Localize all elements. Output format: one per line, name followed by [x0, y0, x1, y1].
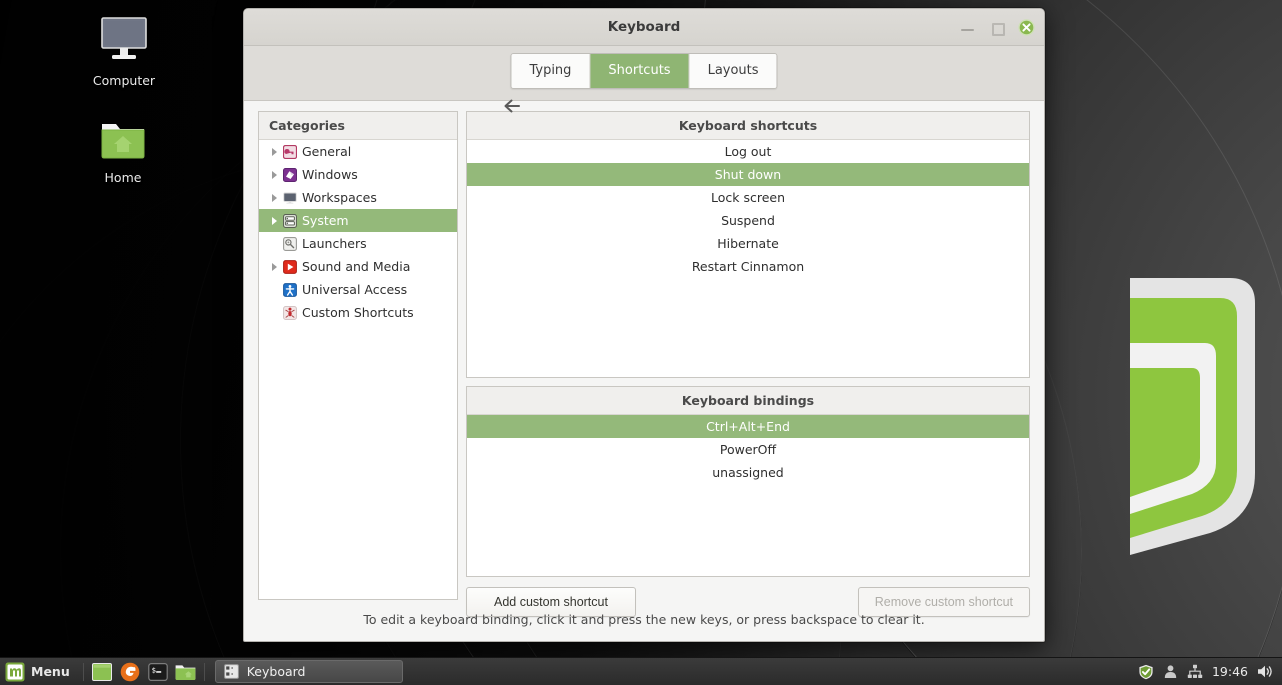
mint-menu-icon	[5, 662, 25, 681]
taskbar-separator	[82, 662, 84, 681]
system-tray: 19:46	[1138, 664, 1282, 680]
tab-layouts[interactable]: Layouts	[689, 54, 777, 88]
sidebar-item-label: Windows	[302, 167, 358, 182]
sidebar-item-label: Launchers	[302, 236, 367, 251]
maximize-icon[interactable]	[989, 20, 1005, 36]
update-shield-icon[interactable]	[1138, 664, 1154, 680]
sidebar-item-general[interactable]: General	[259, 140, 457, 163]
sidebar-item-launchers[interactable]: Launchers	[259, 232, 457, 255]
hint-text: To edit a keyboard binding, click it and…	[363, 612, 925, 627]
volume-icon[interactable]	[1257, 664, 1274, 679]
keyboard-bindings-list[interactable]: Ctrl+Alt+End PowerOff unassigned	[467, 415, 1029, 576]
custom-shortcuts-icon	[281, 305, 298, 320]
binding-row[interactable]: Ctrl+Alt+End	[467, 415, 1029, 438]
sidebar-item-sound-and-media[interactable]: Sound and Media	[259, 255, 457, 278]
categories-panel: Categories General Windows Workspaces Sy…	[258, 111, 458, 600]
general-icon	[281, 144, 298, 159]
desktop-icon-label: Computer	[92, 73, 156, 88]
desktop-icon-label: Home	[104, 170, 142, 185]
back-arrow-icon[interactable]	[500, 94, 524, 118]
clock[interactable]: 19:46	[1212, 664, 1248, 679]
universal-access-icon	[281, 282, 298, 297]
desktop-icon-computer[interactable]: Computer	[69, 14, 179, 88]
keyboard-settings-window[interactable]: Keyboard Typing Shortcuts Layouts Catego…	[243, 8, 1045, 642]
show-desktop-icon[interactable]	[91, 661, 113, 683]
desktop-icon-home[interactable]: Home	[68, 115, 178, 185]
window-controls	[960, 9, 1035, 45]
files-icon[interactable]	[175, 661, 197, 683]
chevron-right-icon[interactable]	[267, 170, 281, 179]
svg-text:$: $	[151, 665, 155, 674]
sidebar-item-label: Custom Shortcuts	[302, 305, 414, 320]
binding-row[interactable]: PowerOff	[467, 438, 1029, 461]
tab-bar: Typing Shortcuts Layouts	[244, 46, 1044, 113]
sidebar-item-system[interactable]: System	[259, 209, 457, 232]
windows-icon	[281, 167, 298, 182]
taskbar-window-button-label: Keyboard	[246, 664, 306, 679]
binding-row[interactable]: unassigned	[467, 461, 1029, 484]
shortcut-row[interactable]: Log out	[467, 140, 1029, 163]
chevron-right-icon[interactable]	[267, 147, 281, 156]
sidebar-item-label: General	[302, 144, 352, 159]
tab-shortcuts[interactable]: Shortcuts	[590, 54, 690, 88]
taskbar: Menu $ Keyboard 19:46	[0, 657, 1282, 685]
firefox-icon[interactable]	[119, 661, 141, 683]
keyboard-prefs-icon	[223, 664, 239, 679]
shortcut-row[interactable]: Lock screen	[467, 186, 1029, 209]
shortcut-row[interactable]: Restart Cinnamon	[467, 255, 1029, 278]
tab-typing[interactable]: Typing	[511, 54, 591, 88]
mint-logo-icon	[1130, 278, 1255, 555]
shortcut-row[interactable]: Suspend	[467, 209, 1029, 232]
sidebar-item-custom-shortcuts[interactable]: Custom Shortcuts	[259, 301, 457, 324]
launchers-icon	[281, 236, 298, 251]
minimize-icon[interactable]	[960, 20, 975, 35]
keyboard-bindings-panel: Keyboard bindings Ctrl+Alt+End PowerOff …	[466, 386, 1030, 577]
sidebar-item-windows[interactable]: Windows	[259, 163, 457, 186]
keyboard-shortcuts-panel: Keyboard shortcuts Log out Shut down Loc…	[466, 111, 1030, 378]
tab-group: Typing Shortcuts Layouts	[510, 53, 778, 89]
sidebar-item-workspaces[interactable]: Workspaces	[259, 186, 457, 209]
shortcuts-column: Keyboard shortcuts Log out Shut down Loc…	[466, 111, 1030, 617]
window-titlebar[interactable]: Keyboard	[244, 9, 1044, 46]
sound-media-icon	[281, 259, 298, 274]
taskbar-window-button-keyboard[interactable]: Keyboard	[214, 660, 403, 683]
shortcut-row[interactable]: Shut down	[467, 163, 1029, 186]
sidebar-item-label: Sound and Media	[302, 259, 411, 274]
user-icon[interactable]	[1163, 664, 1178, 679]
keyboard-bindings-header: Keyboard bindings	[467, 387, 1029, 415]
sidebar-item-label: Workspaces	[302, 190, 377, 205]
chevron-right-icon[interactable]	[267, 193, 281, 202]
workspaces-icon	[281, 191, 298, 205]
taskbar-separator	[203, 662, 205, 681]
window-title: Keyboard	[607, 19, 681, 35]
menu-button[interactable]: Menu	[0, 659, 79, 684]
home-folder-icon	[101, 124, 145, 159]
close-icon[interactable]	[1018, 18, 1035, 36]
sidebar-item-label: System	[302, 213, 349, 228]
chevron-right-icon[interactable]	[267, 262, 281, 271]
keyboard-shortcuts-list[interactable]: Log out Shut down Lock screen Suspend Hi…	[467, 140, 1029, 377]
sidebar-item-universal-access[interactable]: Universal Access	[259, 278, 457, 301]
network-icon[interactable]	[1187, 664, 1203, 679]
computer-icon	[101, 17, 147, 59]
shortcut-row[interactable]: Hibernate	[467, 232, 1029, 255]
terminal-icon[interactable]: $	[147, 661, 169, 683]
sidebar-item-label: Universal Access	[302, 282, 408, 297]
desktop[interactable]: Computer Home Keyboard Typing Shortcuts …	[0, 0, 1282, 685]
window-content: Categories General Windows Workspaces Sy…	[244, 101, 1044, 617]
chevron-right-icon[interactable]	[267, 216, 281, 225]
keyboard-shortcuts-header: Keyboard shortcuts	[467, 112, 1029, 140]
system-icon	[281, 213, 298, 228]
menu-button-label: Menu	[31, 664, 70, 679]
categories-header: Categories	[259, 112, 457, 140]
